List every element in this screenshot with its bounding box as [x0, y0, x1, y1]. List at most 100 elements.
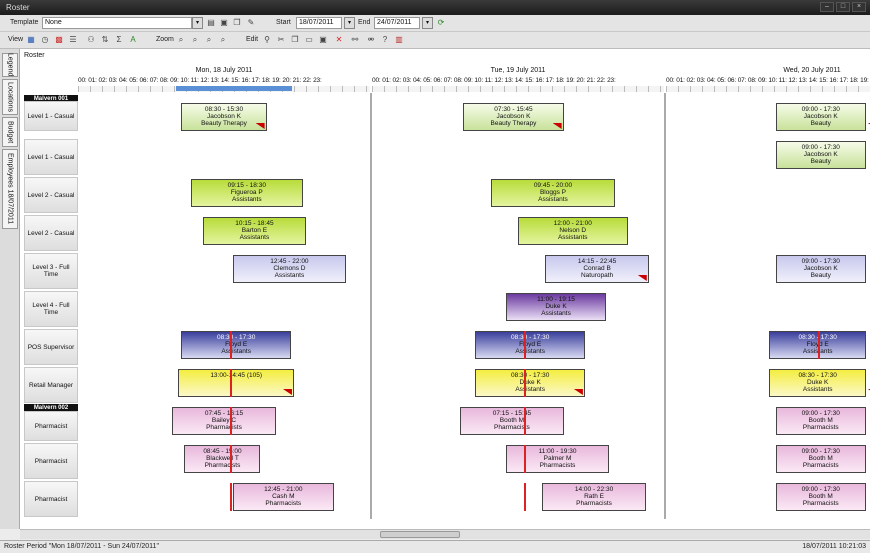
template-label: Template — [10, 19, 39, 26]
shift-block[interactable]: 09:00 - 17:30 Booth M Pharmacists — [775, 445, 866, 473]
shift-role: Pharmacists — [494, 424, 530, 431]
refresh-icon[interactable]: ⟳ — [436, 18, 446, 28]
shift-block[interactable]: 09:00 - 17:30 Jacobson K Beauty — [775, 255, 866, 283]
shift-block[interactable]: 12:45 - 21:00 Cash M Pharmacists — [233, 483, 334, 511]
sum-icon[interactable]: Σ — [114, 35, 124, 45]
shift-block[interactable]: 09:00 - 17:30 Jacobson K Beauty — [775, 141, 866, 169]
shift-block[interactable]: 09:00 - 17:30 Booth M Pharmacists — [775, 407, 866, 435]
shift-block[interactable]: 14:00 - 22:30 Rath E Pharmacists — [542, 483, 646, 511]
people-icon[interactable]: ⚇ — [86, 35, 96, 45]
shift-time: 08:30 - 17:30 — [217, 334, 256, 341]
day-header: Tue, 19 July 2011 — [490, 67, 546, 74]
scroll-thumb[interactable] — [380, 531, 460, 538]
zoom-fit-icon[interactable]: ⌕ — [204, 35, 214, 45]
shift-block[interactable]: 12:00 - 21:00 Nelson D Assistants — [518, 217, 628, 245]
tab-budget[interactable]: Budget — [2, 117, 18, 147]
link-icon[interactable]: ⚯ — [350, 35, 360, 45]
shift-employee: Bailey C — [211, 417, 237, 424]
shift-block[interactable]: 11:00 - 19:15 Duke K Assistants — [505, 293, 607, 321]
template-select[interactable]: None — [42, 17, 192, 29]
end-date-dropdown[interactable]: ▾ — [422, 17, 433, 29]
copy-icon[interactable]: ❐ — [290, 35, 300, 45]
open-template-icon[interactable]: ▤ — [206, 18, 216, 28]
shift-block[interactable]: 07:15 - 15:45 Booth M Pharmacists — [460, 407, 564, 435]
row-label: Pharmacist — [24, 443, 78, 479]
shift-block[interactable]: 07:45 - 16:15 Bailey C Pharmacists — [172, 407, 276, 435]
break-marker — [524, 369, 527, 397]
copy-template-icon[interactable]: ❐ — [232, 18, 242, 28]
time-selection-bar[interactable] — [176, 86, 292, 91]
row-label: Level 3 - Full Time — [24, 253, 78, 289]
row-label: Level 1 - Casual — [24, 139, 78, 175]
shift-time: 12:45 - 22:00 — [270, 258, 309, 265]
shift-employee: Jacobson K — [496, 113, 531, 120]
shift-block[interactable]: 07:30 - 15:45 Jacobson K Beauty Therapy — [463, 103, 564, 131]
tab-locations[interactable]: Locations — [2, 79, 18, 115]
shift-role: Assistants — [802, 386, 833, 393]
horizontal-scrollbar[interactable] — [20, 529, 870, 539]
shift-employee: Jacobson K — [207, 113, 241, 120]
help-icon[interactable]: ? — [380, 35, 390, 45]
maximize-button[interactable]: □ — [836, 2, 850, 12]
shift-block[interactable]: 09:15 - 18:30 Figueroa P Assistants — [190, 179, 304, 207]
list-icon[interactable]: ☰ — [68, 35, 78, 45]
shift-employee: Bloggs P — [539, 189, 566, 196]
grid-icon[interactable]: ▩ — [54, 35, 64, 45]
end-date-field[interactable]: 24/07/2011 — [374, 17, 420, 29]
text-color-icon[interactable]: A — [128, 35, 138, 45]
save-icon[interactable]: ▣ — [318, 35, 328, 45]
tab-legend[interactable]: Legend — [2, 53, 18, 77]
shift-employee: Duke K — [545, 303, 567, 310]
shift-block[interactable]: 09:45 - 20:00 Bloggs P Assistants — [490, 179, 616, 207]
shift-block[interactable]: 11:00 - 19:30 Palmer M Pharmacists — [505, 445, 610, 473]
shift-employee: Booth M — [808, 493, 833, 500]
minimize-button[interactable]: – — [820, 2, 834, 12]
unlink-icon[interactable]: ⚮ — [366, 35, 376, 45]
pin-icon[interactable]: ⚲ — [262, 35, 272, 45]
shift-time: 09:15 - 18:30 — [227, 182, 266, 189]
shift-block[interactable]: 14:15 - 22:45 Conrad B Naturopath — [545, 255, 649, 283]
side-tabs: Legend Locations Budget Employees 18/07/… — [0, 49, 20, 529]
tab-employees[interactable]: Employees 18/07/2011 — [2, 149, 18, 229]
shift-block[interactable]: 08:45 - 15:00 Blackwell T Pharmacists — [184, 445, 261, 473]
shift-block[interactable]: 12:45 - 22:00 Clemons D Assistants — [233, 255, 346, 283]
panel-title: Roster — [24, 52, 45, 59]
shift-time: 14:00 - 22:30 — [574, 486, 614, 493]
shift-block[interactable]: 13:00-14:45 (105) — [178, 369, 294, 397]
save-template-icon[interactable]: ▣ — [219, 18, 229, 28]
zoom-out-icon[interactable]: ⌕ — [190, 35, 200, 45]
start-date-field[interactable]: 18/07/2011 — [296, 17, 342, 29]
report-icon[interactable]: ▥ — [394, 35, 404, 45]
shift-block[interactable]: 09:00 - 17:30 Jacobson K Beauty — [775, 103, 866, 131]
calendar-icon[interactable]: ▦ — [26, 35, 36, 45]
shift-block[interactable]: 09:00 - 17:30 Booth M Pharmacists — [775, 483, 866, 511]
shift-block[interactable]: 08:30 - 17:30 Duke K Assistants — [769, 369, 866, 397]
row-label: POS Supervisor — [24, 329, 78, 365]
edit-template-icon[interactable]: ✎ — [246, 18, 256, 28]
shift-time: 07:30 - 15:45 — [494, 106, 533, 113]
close-button[interactable]: × — [852, 2, 866, 12]
shift-employee: Floyd E — [225, 341, 248, 348]
clock-icon[interactable]: ◷ — [40, 35, 50, 45]
shift-time: 09:45 - 20:00 — [533, 182, 573, 189]
shift-employee: Duke K — [519, 379, 541, 386]
shift-block[interactable]: 08:30 - 17:30 Duke K Assistants — [475, 369, 585, 397]
delete-icon[interactable]: ✕ — [334, 35, 344, 45]
shift-time: 09:00 - 17:30 — [801, 106, 840, 113]
shift-time: 12:00 - 21:00 — [553, 220, 592, 227]
zoom-reset-icon[interactable]: ⌕ — [218, 35, 228, 45]
shift-time: 09:00 - 17:30 — [801, 410, 840, 417]
cut-icon[interactable]: ✂ — [276, 35, 286, 45]
paste-icon[interactable]: ▭ — [304, 35, 314, 45]
break-marker — [818, 331, 821, 359]
shift-block[interactable]: 10:15 - 18:45 Barton E Assistants — [202, 217, 307, 245]
shift-role: Assistants — [239, 234, 270, 241]
shift-block[interactable]: 08:30 - 15:30 Jacobson K Beauty Therapy — [181, 103, 267, 131]
break-marker — [230, 331, 233, 359]
sort-icon[interactable]: ⇅ — [100, 35, 110, 45]
start-date-dropdown[interactable]: ▾ — [344, 17, 355, 29]
zoom-in-icon[interactable]: ⌕ — [176, 35, 186, 45]
shift-block[interactable]: 08:30 - 17:30Floyd EAssistants — [475, 331, 585, 359]
shift-block[interactable]: 08:30 - 17:30Floyd EAssistants — [181, 331, 291, 359]
template-dropdown[interactable]: ▾ — [192, 17, 203, 29]
